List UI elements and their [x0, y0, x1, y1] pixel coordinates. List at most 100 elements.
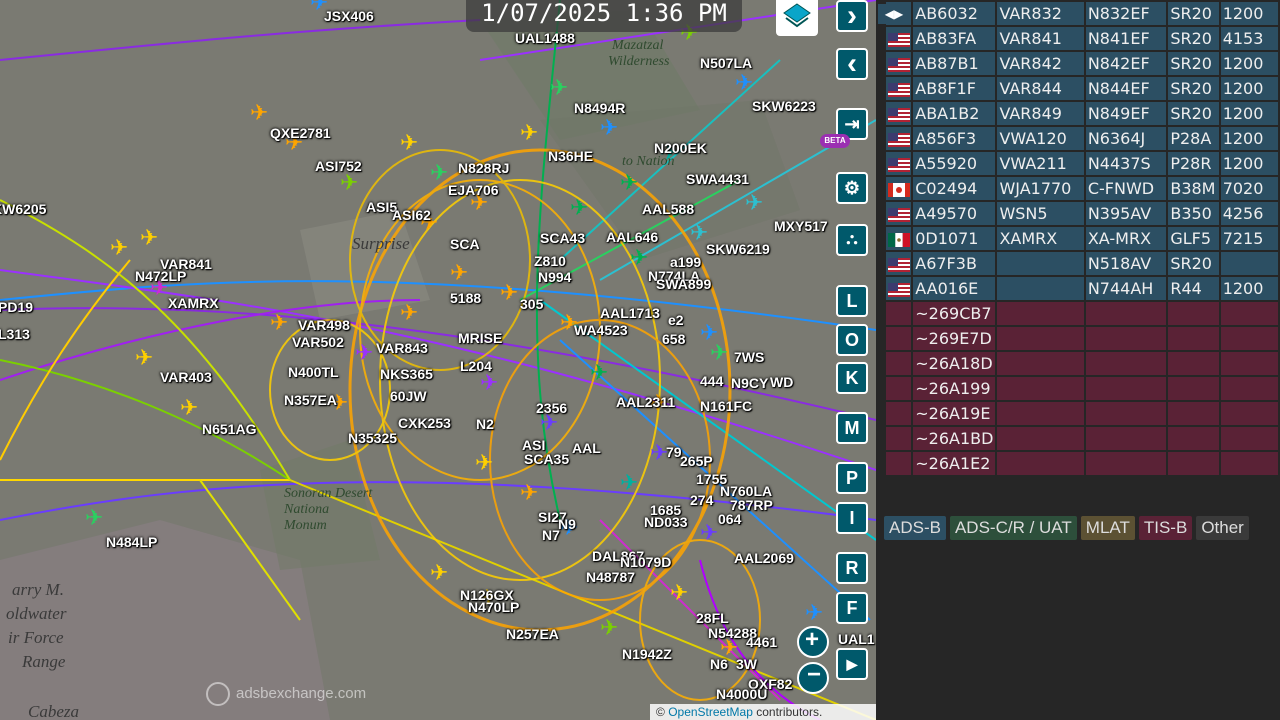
toggle-r-button[interactable]: R: [836, 552, 868, 584]
aircraft-row[interactable]: ~26A199: [886, 377, 1278, 400]
aircraft-row[interactable]: AA016E N744AH R44 1200: [886, 277, 1278, 300]
flag-icon: [886, 302, 912, 325]
aircraft-row[interactable]: 0D1071 XAMRX XA-MRX GLF5 7215: [886, 227, 1278, 250]
aircraft-row[interactable]: ~26A1E2: [886, 452, 1278, 475]
callsign-cell: VAR841: [997, 27, 1084, 50]
aircraft-row[interactable]: ~269E7D: [886, 327, 1278, 350]
aircraft-row[interactable]: ~26A18D: [886, 352, 1278, 375]
aircraft-row[interactable]: ~26A1BD: [886, 427, 1278, 450]
callsign-cell: [997, 427, 1084, 450]
svg-text:✈: ✈: [270, 311, 288, 336]
aircraft-row[interactable]: ~26A19E: [886, 402, 1278, 425]
altitude-cell: 7020: [1220, 177, 1278, 200]
svg-text:✈: ✈: [600, 116, 618, 141]
type-cell: SR20: [1168, 77, 1219, 100]
place-label: Mazatzal: [612, 38, 664, 53]
toggle-k-button[interactable]: K: [836, 362, 868, 394]
aircraft-row[interactable]: AB8F1F VAR844 N844EF SR20 1200: [886, 77, 1278, 100]
aircraft-row[interactable]: A856F3 VWA120 N6364J P28A 1200: [886, 127, 1278, 150]
settings-button[interactable]: ⚙: [836, 172, 868, 204]
hex-cell: C02494: [913, 177, 996, 200]
svg-text:✈: ✈: [475, 451, 493, 476]
altitude-cell: 1200: [1220, 77, 1278, 100]
aircraft-row[interactable]: A67F3B N518AV SR20: [886, 252, 1278, 275]
aircraft-row[interactable]: AB87B1 VAR842 N842EF SR20 1200: [886, 52, 1278, 75]
aircraft-table: AB6032 VAR832 N832EF SR20 1200 AB83FA VAR841 N8…: [884, 0, 1280, 477]
aircraft-row[interactable]: A49570 WSN5 N395AV B350 4256: [886, 202, 1278, 225]
place-label: Monum: [284, 518, 327, 533]
place-label: Range: [22, 652, 66, 671]
type-cell: [1168, 452, 1219, 475]
registration-cell: N6364J: [1085, 127, 1167, 150]
svg-text:✈: ✈: [110, 236, 128, 261]
hex-cell: AB6032: [913, 2, 996, 25]
toggle-p-button[interactable]: P: [836, 462, 868, 494]
map-view[interactable]: ✈ ✈ ✈ ✈ ✈ ✈ ✈ ✈ ✈ ✈ ✈ ✈ ✈ ✈ ✈ ✈ ✈ ✈ ✈ ✈ ✈ ✈ ✈ ✈ ✈ ✈ ✈…: [0, 0, 876, 720]
watermark-text: adsbexchange.com: [236, 684, 367, 702]
svg-text:✈: ✈: [135, 346, 153, 371]
altitude-cell: [1220, 302, 1278, 325]
plus-icon: +: [805, 626, 820, 653]
toggle-o-button[interactable]: O: [836, 324, 868, 356]
zoom-out-button[interactable]: −: [797, 661, 829, 694]
altitude-cell: 1200: [1220, 277, 1278, 300]
hex-cell: AA016E: [913, 277, 996, 300]
toggle-m-button[interactable]: M: [836, 412, 868, 444]
aircraft-row[interactable]: ABA1B2 VAR849 N849EF SR20 1200: [886, 102, 1278, 125]
svg-text:✈: ✈: [480, 586, 498, 611]
aircraft-row[interactable]: AB83FA VAR841 N841EF SR20 4153: [886, 27, 1278, 50]
flag-icon: [886, 327, 912, 350]
aircraft-row[interactable]: ~269CB7: [886, 302, 1278, 325]
toggle-f-button[interactable]: F: [836, 592, 868, 624]
legend-mlat: MLAT: [1080, 516, 1135, 540]
hex-cell: ~26A1E2: [913, 452, 996, 475]
legend-ads-c-r-uat: ADS-C/R / UAT: [949, 516, 1077, 540]
type-cell: P28A: [1168, 127, 1219, 150]
prev-button[interactable]: ‹: [836, 47, 868, 80]
place-label: ir Force: [8, 628, 64, 647]
sort-toggle[interactable]: ◀▶: [878, 4, 910, 24]
hex-cell: ~26A1BD: [913, 427, 996, 450]
flag-icon: [886, 402, 912, 425]
replay-button[interactable]: ▶: [836, 648, 868, 680]
altitude-cell: [1220, 402, 1278, 425]
altitude-cell: [1220, 452, 1278, 475]
hex-cell: A67F3B: [913, 252, 996, 275]
next-button[interactable]: ›: [836, 0, 868, 32]
registration-cell: [1085, 327, 1167, 350]
login-icon: ⇥: [844, 113, 860, 134]
layers-button[interactable]: [776, 0, 818, 36]
hex-cell: ~26A19E: [913, 402, 996, 425]
toggle-i-button[interactable]: I: [836, 502, 868, 534]
callsign-cell: VAR842: [997, 52, 1084, 75]
svg-text:✈: ✈: [355, 341, 373, 366]
svg-text:✈: ✈: [430, 161, 448, 186]
toggle-l-button[interactable]: L: [836, 285, 868, 317]
callsign-cell: WSN5: [997, 202, 1084, 225]
callsign-cell: XAMRX: [997, 227, 1084, 250]
registration-cell: [1085, 377, 1167, 400]
svg-text:✈: ✈: [480, 371, 498, 396]
aircraft-row[interactable]: AB6032 VAR832 N832EF SR20 1200: [886, 2, 1278, 25]
aircraft-row[interactable]: C02494 WJA1770 C-FNWD B38M 7020: [886, 177, 1278, 200]
filter-button[interactable]: ⛬: [836, 224, 868, 256]
type-cell: SR20: [1168, 27, 1219, 50]
osm-link[interactable]: OpenStreetMap: [668, 705, 753, 719]
minus-icon: −: [807, 661, 822, 688]
hex-cell: A856F3: [913, 127, 996, 150]
flag-icon: [886, 227, 912, 250]
svg-text:✈: ✈: [600, 616, 618, 641]
svg-text:✈: ✈: [400, 131, 418, 156]
altitude-cell: 4153: [1220, 27, 1278, 50]
aircraft-row[interactable]: A55920 VWA211 N4437S P28R 1200: [886, 152, 1278, 175]
registration-cell: [1085, 427, 1167, 450]
callsign-cell: VAR849: [997, 102, 1084, 125]
type-cell: [1168, 352, 1219, 375]
svg-text:✈: ✈: [690, 221, 708, 246]
adsbx-logo-icon: [206, 682, 230, 706]
zoom-in-button[interactable]: +: [797, 626, 829, 658]
hex-cell: AB83FA: [913, 27, 996, 50]
place-label: oldwater: [6, 604, 67, 623]
flag-icon: [886, 152, 912, 175]
altitude-cell: 7215: [1220, 227, 1278, 250]
